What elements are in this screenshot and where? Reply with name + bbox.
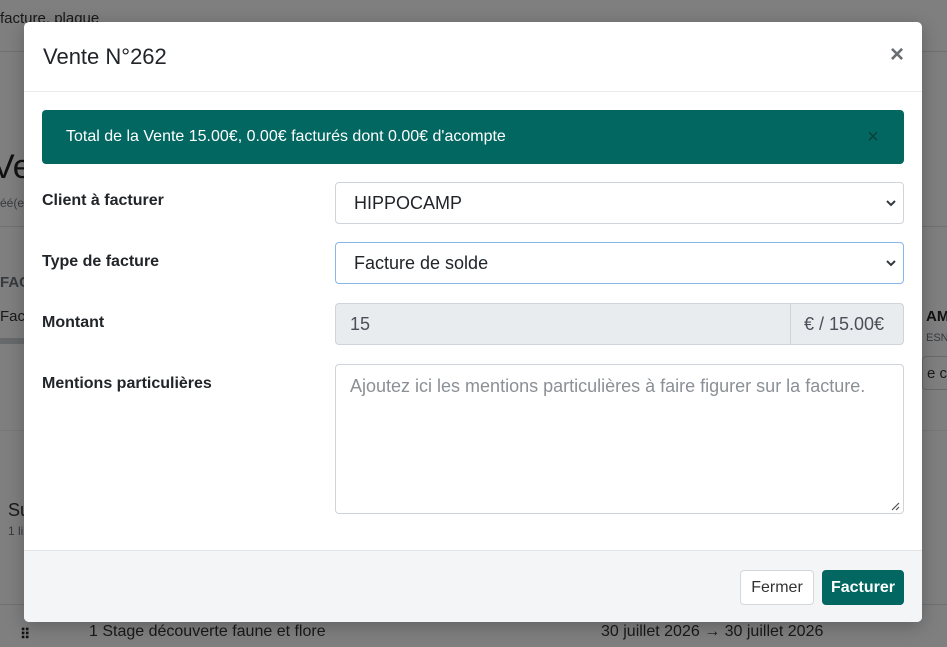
client-select[interactable]: HIPPOCAMP <box>335 182 904 224</box>
invoice-modal: Vente N°262 × Total de la Vente 15.00€, … <box>24 22 922 622</box>
invoice-type-label: Type de facture <box>42 253 160 270</box>
amount-input-group: 15 € / 15.00€ <box>335 303 904 345</box>
chevron-down-icon <box>886 200 896 207</box>
amount-suffix: € / 15.00€ <box>790 303 904 345</box>
modal-title: Vente N°262 <box>43 44 167 69</box>
mentions-label: Mentions particulières <box>42 375 212 392</box>
sale-total-alert: Total de la Vente 15.00€, 0.00€ facturés… <box>42 110 904 164</box>
amount-label: Montant <box>42 314 105 331</box>
invoice-submit-button[interactable]: Facturer <box>822 570 904 605</box>
client-select-value: HIPPOCAMP <box>354 193 463 213</box>
close-icon[interactable]: × <box>884 42 910 68</box>
close-button[interactable]: Fermer <box>740 570 814 605</box>
alert-text: Total de la Vente 15.00€, 0.00€ facturés… <box>66 128 506 145</box>
modal-footer: Fermer Facturer <box>24 550 922 622</box>
invoice-type-value: Facture de solde <box>354 253 489 273</box>
amount-input[interactable]: 15 <box>335 303 791 345</box>
client-label: Client à facturer <box>42 192 164 209</box>
invoice-type-select[interactable]: Facture de solde <box>335 242 904 284</box>
chevron-down-icon <box>886 260 896 267</box>
modal-header: Vente N°262 × <box>24 22 922 92</box>
mentions-textarea[interactable] <box>335 364 904 514</box>
resize-handle-icon[interactable] <box>890 501 900 511</box>
alert-close-icon[interactable]: × <box>862 126 884 148</box>
